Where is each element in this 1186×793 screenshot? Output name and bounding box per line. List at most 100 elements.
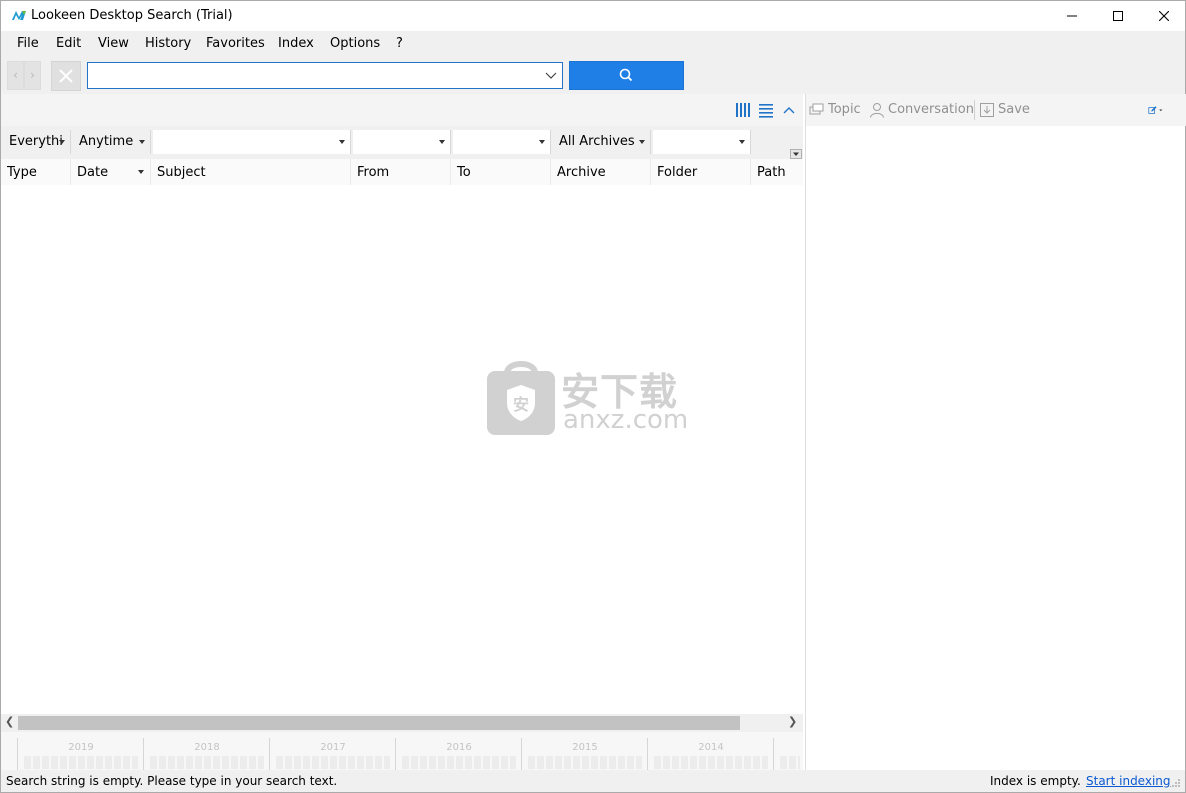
filter-archive[interactable]: All Archives xyxy=(553,130,651,154)
maximize-button[interactable] xyxy=(1095,1,1141,31)
search-icon xyxy=(619,68,633,82)
clear-search-button[interactable] xyxy=(51,61,81,91)
column-date[interactable]: Date xyxy=(71,159,151,185)
menu-index[interactable]: Index xyxy=(278,36,314,51)
sort-descending-icon xyxy=(138,170,144,174)
app-window: Lookeen Desktop Search (Trial) File Edit… xyxy=(0,0,1186,793)
menu-options[interactable]: Options xyxy=(330,36,380,51)
close-button[interactable] xyxy=(1141,1,1186,31)
dropdown-arrow-icon xyxy=(739,140,745,144)
status-bar: Search string is empty. Please type in y… xyxy=(1,770,1185,792)
menu-favorites[interactable]: Favorites xyxy=(206,36,265,51)
dropdown-arrow-icon xyxy=(139,140,145,144)
save-button[interactable]: Save xyxy=(998,102,1030,117)
dropdown-arrow-icon xyxy=(539,140,545,144)
search-toolbar: ‹ › xyxy=(1,58,1185,94)
menu-help[interactable]: ? xyxy=(396,36,403,51)
title-bar: Lookeen Desktop Search (Trial) xyxy=(1,1,1185,31)
timeline-bars xyxy=(402,756,516,769)
filter-to[interactable] xyxy=(453,130,551,154)
scroll-right-icon[interactable]: ❯ xyxy=(788,715,797,728)
view-switcher xyxy=(1,94,803,126)
columns-view-icon[interactable] xyxy=(735,102,751,118)
window-title: Lookeen Desktop Search (Trial) xyxy=(31,8,233,23)
filter-type[interactable]: Everythin xyxy=(3,130,71,154)
column-archive[interactable]: Archive xyxy=(551,159,651,185)
results-list[interactable] xyxy=(1,185,803,715)
search-combobox[interactable] xyxy=(87,62,563,89)
timeline-bars xyxy=(24,756,138,769)
timeline-year[interactable]: 2019 xyxy=(17,738,143,770)
timeline-bars xyxy=(150,756,264,769)
start-indexing-link[interactable]: Start indexing xyxy=(1086,774,1171,788)
toolbar-divider xyxy=(974,100,975,120)
collapse-icon[interactable] xyxy=(781,102,797,118)
column-to[interactable]: To xyxy=(451,159,551,185)
watermark: 安 安下载 anxz.com xyxy=(485,353,705,441)
filter-from[interactable] xyxy=(353,130,451,154)
timeline[interactable]: 2019 2018 2017 2016 2015 2014 xyxy=(1,732,803,770)
lookeen-logo-icon xyxy=(12,11,26,20)
column-header-row: Type Date Subject From To Archive Folder xyxy=(1,159,803,185)
column-type[interactable]: Type xyxy=(1,159,71,185)
chevron-left-icon: ‹ xyxy=(13,68,18,82)
menu-bar: File Edit View History Favorites Index O… xyxy=(1,31,1185,58)
search-button[interactable] xyxy=(569,61,684,90)
overflow-menu-icon[interactable] xyxy=(790,149,802,159)
column-subject[interactable]: Subject xyxy=(151,159,351,185)
index-status: Index is empty. xyxy=(990,774,1081,788)
timeline-year[interactable]: 2014 xyxy=(647,738,773,770)
topic-button[interactable]: Topic xyxy=(828,102,861,117)
forward-button[interactable]: › xyxy=(24,61,41,90)
preview-panel: Topic Conversation Save xyxy=(805,94,1186,770)
scroll-left-icon[interactable]: ❮ xyxy=(5,715,14,728)
scrollbar-thumb[interactable] xyxy=(18,716,740,730)
chevron-right-icon: › xyxy=(30,68,35,82)
list-view-icon[interactable] xyxy=(758,102,774,118)
dropdown-arrow-icon xyxy=(639,140,645,144)
timeline-bars xyxy=(780,756,800,769)
preview-toolbar: Topic Conversation Save xyxy=(806,94,1186,126)
shopping-bag-watermark-icon: 安 xyxy=(487,361,555,435)
person-icon xyxy=(870,103,884,118)
filter-subject[interactable] xyxy=(153,130,351,154)
timeline-year-partial[interactable] xyxy=(773,738,801,770)
filter-date[interactable]: Anytime xyxy=(73,130,151,154)
menu-history[interactable]: History xyxy=(145,36,191,51)
filter-folder[interactable] xyxy=(653,130,751,154)
status-message: Search string is empty. Please type in y… xyxy=(6,774,338,788)
column-path[interactable]: Path xyxy=(751,159,803,185)
conversation-button[interactable]: Conversation xyxy=(888,102,974,117)
topic-icon xyxy=(809,103,824,115)
timeline-year[interactable]: 2015 xyxy=(521,738,647,770)
save-icon xyxy=(980,103,994,117)
dropdown-arrow-icon xyxy=(59,140,65,144)
resize-grip-icon[interactable] xyxy=(1171,778,1181,788)
search-history-dropdown[interactable] xyxy=(540,63,562,88)
menu-view[interactable]: View xyxy=(98,36,129,51)
search-input[interactable] xyxy=(88,63,538,88)
dropdown-arrow-icon xyxy=(339,140,345,144)
compose-icon[interactable] xyxy=(1148,102,1164,118)
minimize-icon xyxy=(1067,15,1077,17)
timeline-year[interactable]: 2017 xyxy=(269,738,395,770)
chevron-down-icon xyxy=(545,72,557,79)
minimize-button[interactable] xyxy=(1049,1,1095,31)
close-icon xyxy=(59,69,73,83)
column-folder[interactable]: Folder xyxy=(651,159,751,185)
timeline-bars xyxy=(528,756,642,769)
filter-bar: Everythin Anytime All Archives xyxy=(1,126,803,159)
close-icon xyxy=(1158,10,1170,22)
horizontal-scrollbar[interactable]: ❮ ❯ xyxy=(1,714,803,732)
timeline-bars xyxy=(654,756,768,769)
svg-text:安: 安 xyxy=(513,395,529,414)
maximize-icon xyxy=(1113,11,1123,21)
menu-file[interactable]: File xyxy=(17,36,39,51)
watermark-latin-text: anxz.com xyxy=(563,405,689,435)
timeline-year[interactable]: 2018 xyxy=(143,738,269,770)
column-from[interactable]: From xyxy=(351,159,451,185)
timeline-year[interactable]: 2016 xyxy=(395,738,521,770)
back-button[interactable]: ‹ xyxy=(7,61,24,90)
menu-edit[interactable]: Edit xyxy=(56,36,81,51)
timeline-bars xyxy=(276,756,390,769)
